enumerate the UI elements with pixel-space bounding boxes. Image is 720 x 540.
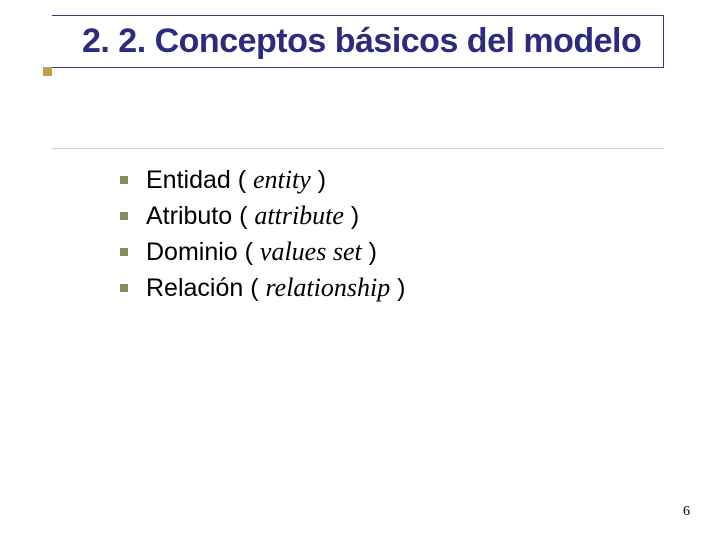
list-item-text: Relación ( relationship ) [146,273,406,303]
page-number: 6 [683,504,690,520]
bullet-icon [120,176,128,184]
english-term: entity [253,165,311,194]
list-item: Atributo ( attribute ) [120,201,406,231]
title-underline [52,148,664,149]
english-term: attribute [254,201,344,230]
english-term: relationship [266,273,391,302]
bullet-icon [120,284,128,292]
concept-list: Entidad ( entity ) Atributo ( attribute … [120,165,406,309]
term: Dominio [146,238,238,266]
list-item: Entidad ( entity ) [120,165,406,195]
slide-title: 2. 2. Conceptos básicos del modelo [82,20,653,63]
list-item: Dominio ( values set ) [120,237,406,267]
bullet-icon [120,212,128,220]
list-item-text: Atributo ( attribute ) [146,201,359,231]
term: Atributo [146,202,232,230]
title-box: 2. 2. Conceptos básicos del modelo [52,15,664,68]
bullet-icon [120,248,128,256]
list-item-text: Dominio ( values set ) [146,237,377,267]
list-item: Relación ( relationship ) [120,273,406,303]
title-container: 2. 2. Conceptos básicos del modelo [52,15,664,68]
term: Relación [146,274,243,302]
list-item-text: Entidad ( entity ) [146,165,326,195]
term: Entidad [146,166,231,194]
english-term: values set [260,237,362,266]
